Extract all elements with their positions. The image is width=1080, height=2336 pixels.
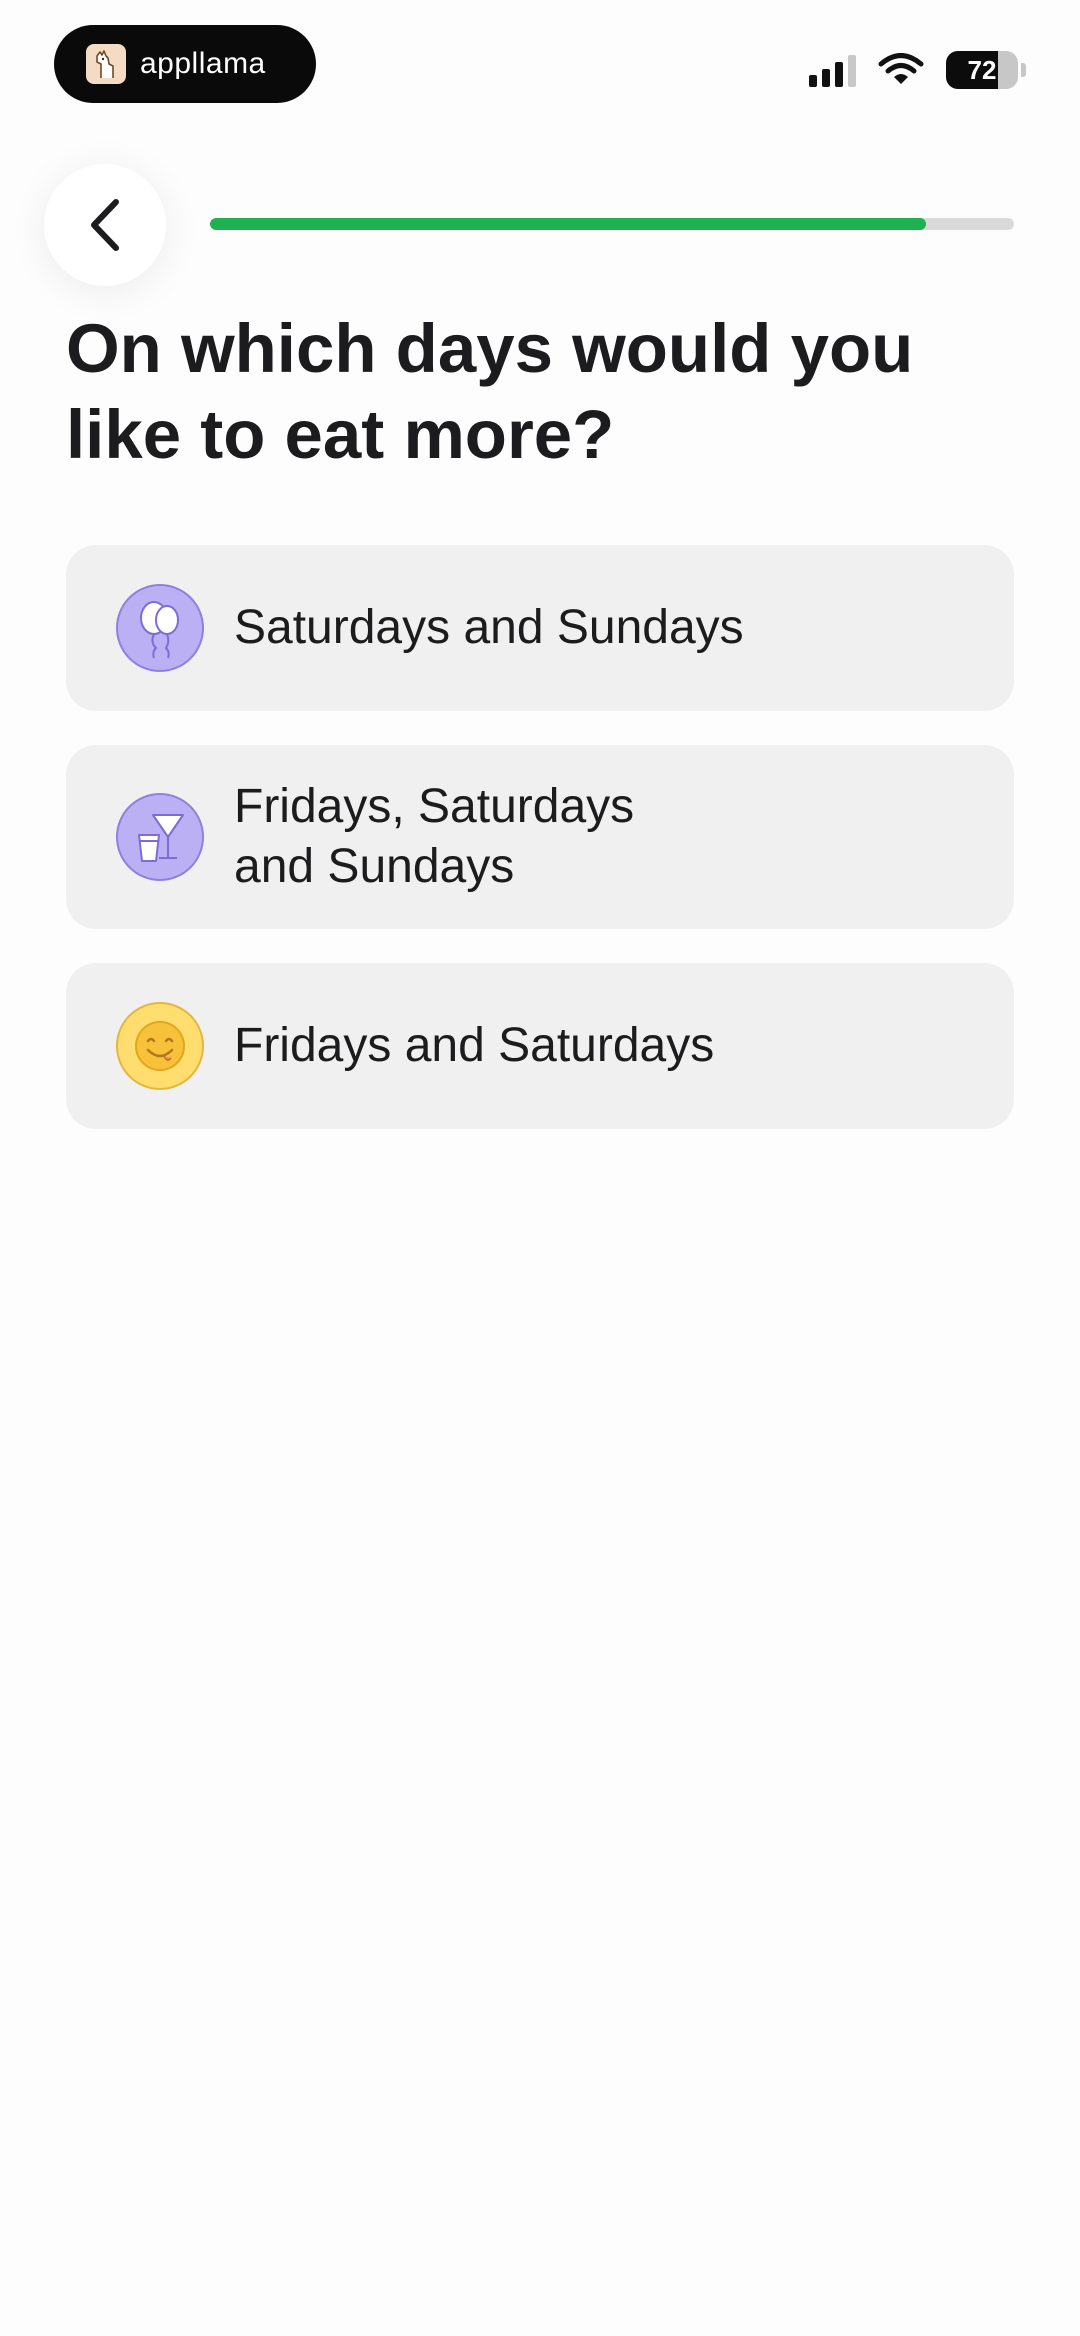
- option-label: Saturdays and Sundays: [234, 601, 744, 654]
- option-fridays-saturdays-sundays[interactable]: Fridays, Saturdays and Sundays: [66, 745, 1014, 929]
- cellular-signal-icon: [809, 53, 856, 87]
- option-label: Fridays and Saturdays: [234, 1019, 715, 1072]
- cocktail-glass-icon: [116, 793, 204, 881]
- status-bar: appllama 72: [0, 0, 1080, 130]
- battery-level: 72: [967, 54, 997, 85]
- option-fridays-saturdays[interactable]: Fridays and Saturdays: [66, 963, 1014, 1129]
- app-indicator-pill[interactable]: appllama: [54, 25, 316, 103]
- smiley-face-icon: [116, 1002, 204, 1090]
- options-list: Saturdays and Sundays Fridays, Saturdays…: [66, 545, 1014, 1163]
- chevron-left-icon: [91, 199, 119, 251]
- app-name: appllama: [140, 47, 266, 80]
- option-saturdays-sundays[interactable]: Saturdays and Sundays: [66, 545, 1014, 711]
- status-icons: 72: [809, 50, 1026, 90]
- battery-icon: 72: [946, 51, 1018, 89]
- page-title: On which days would you like to eat more…: [66, 310, 914, 473]
- back-button[interactable]: [44, 164, 166, 286]
- balloons-icon: [116, 584, 204, 672]
- progress-bar: [210, 218, 1014, 230]
- llama-logo-icon: [86, 44, 126, 84]
- wifi-icon: [878, 53, 924, 84]
- option-label: Fridays, Saturdays and Sundays: [234, 780, 635, 893]
- progress-bar-fill: [210, 218, 926, 230]
